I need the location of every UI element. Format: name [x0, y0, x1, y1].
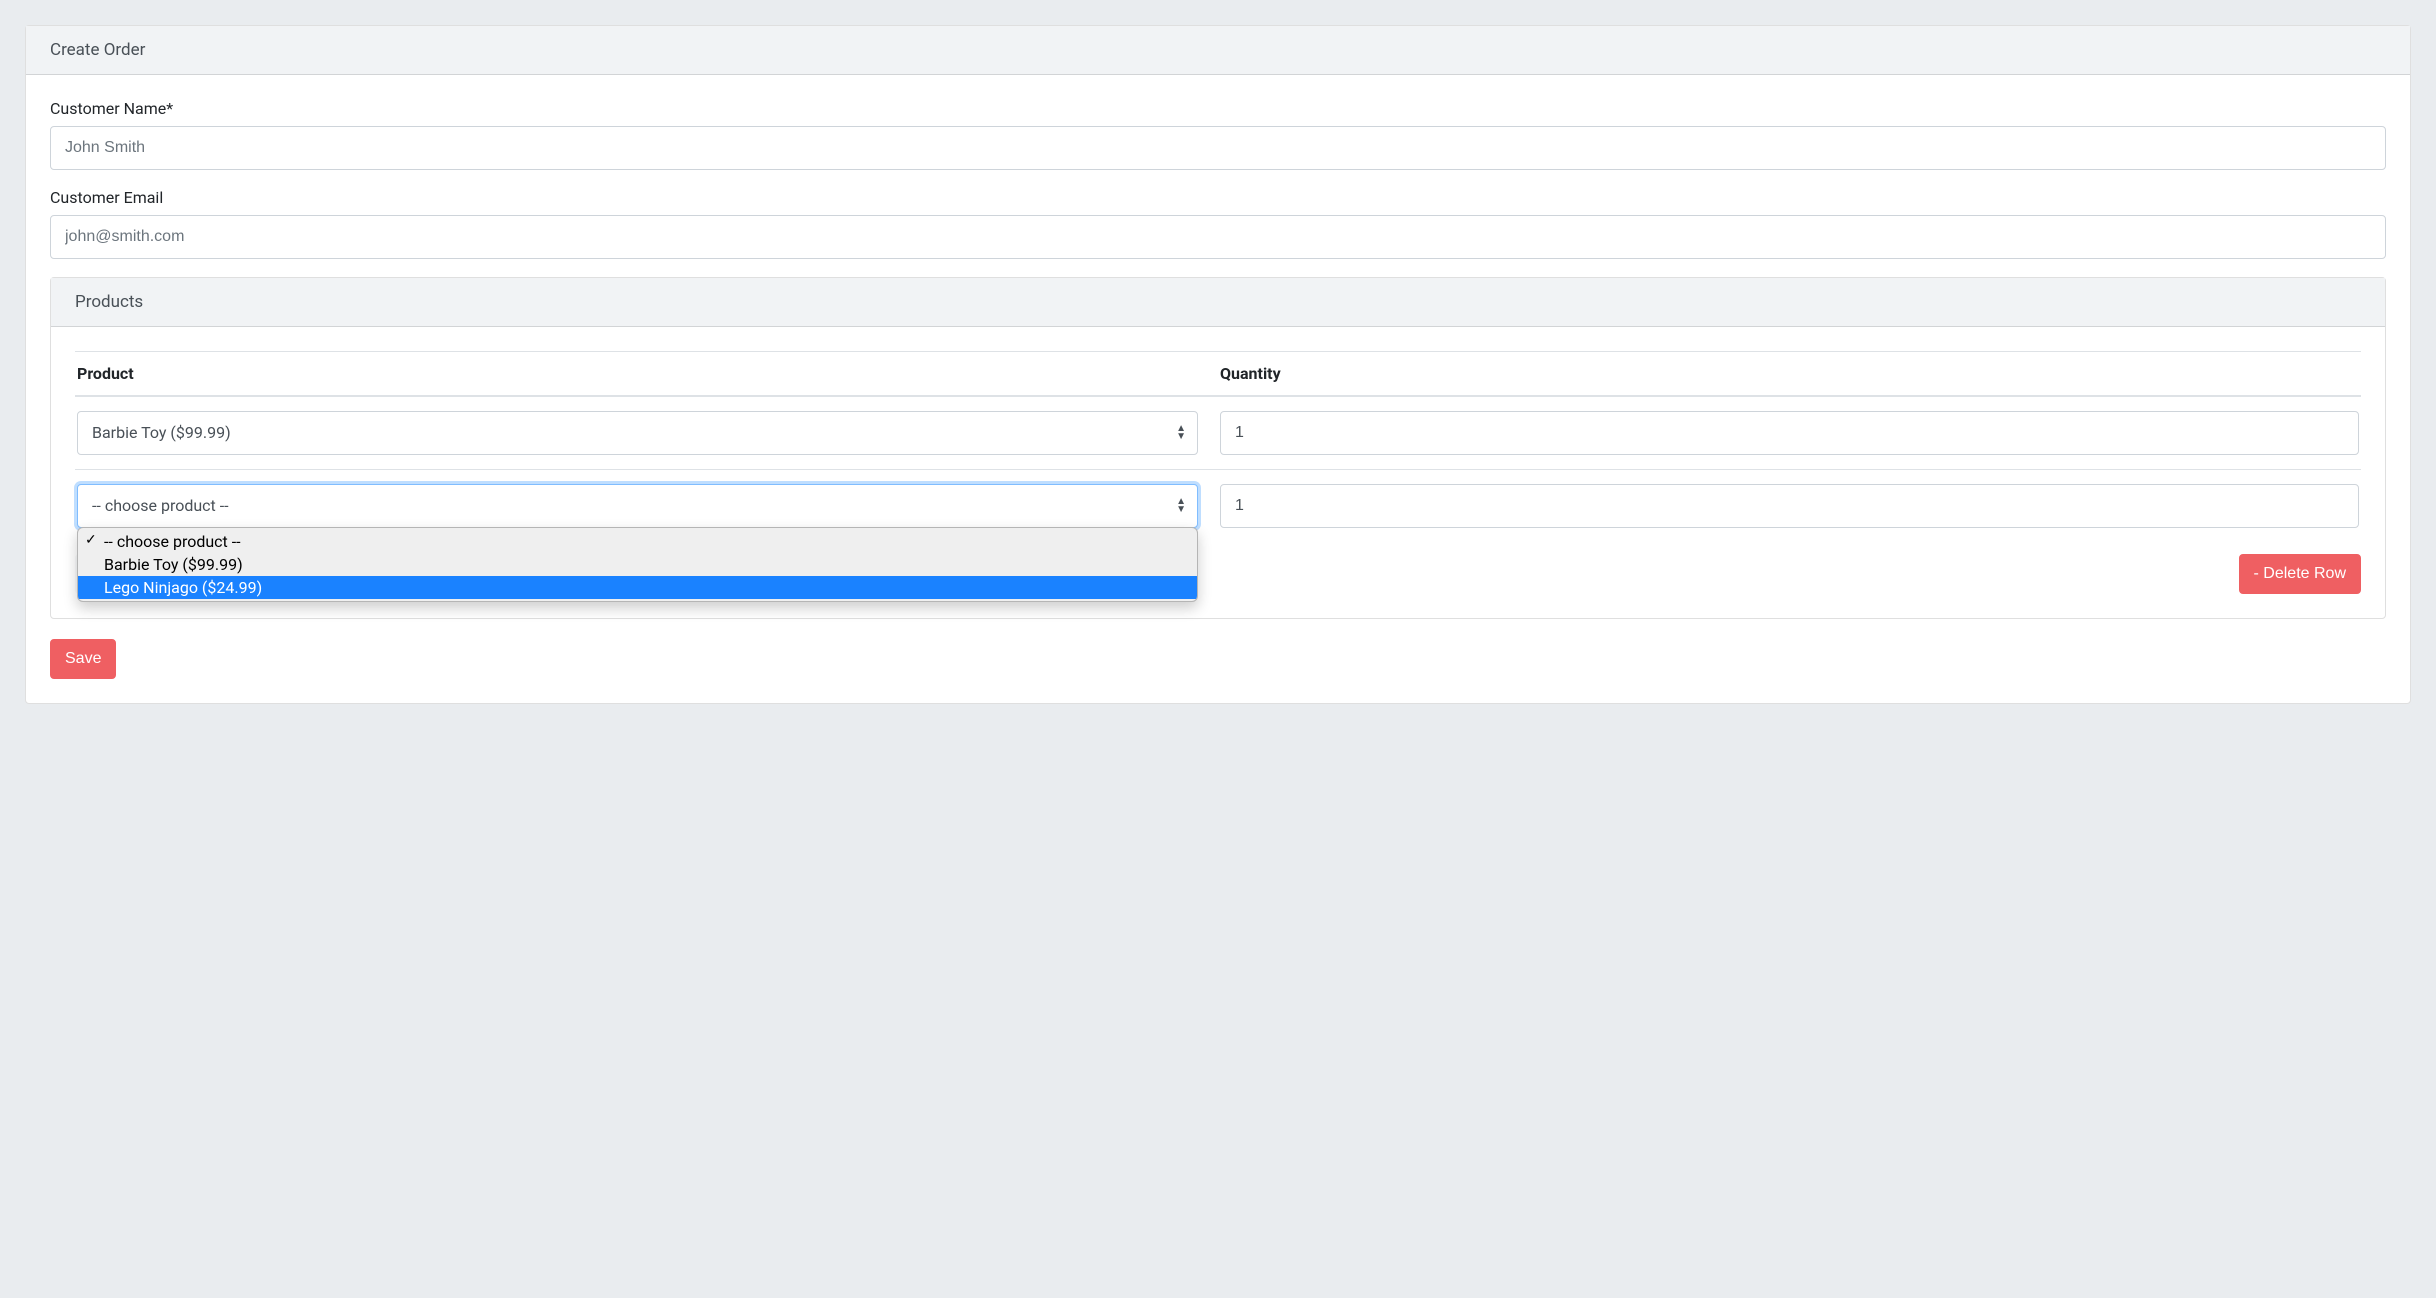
dropdown-option-label: Barbie Toy ($99.99) — [104, 555, 243, 574]
column-product: Product — [75, 352, 1218, 397]
card-header: Create Order — [26, 26, 2410, 75]
check-icon: ✓ — [85, 532, 97, 548]
create-order-card: Create Order Customer Name* Customer Ema… — [25, 25, 2411, 704]
save-row: Save — [50, 639, 2386, 679]
dropdown-option-label: Lego Ninjago ($24.99) — [104, 578, 262, 597]
customer-name-label: Customer Name* — [50, 99, 2386, 118]
product-dropdown-menu: ✓ -- choose product -- Barbie Toy ($99.9… — [77, 527, 1198, 602]
products-table: Product Quantity Barbie Toy ($99.99) — [75, 351, 2361, 542]
customer-email-group: Customer Email — [50, 188, 2386, 259]
customer-name-input[interactable] — [50, 126, 2386, 170]
dropdown-option[interactable]: Lego Ninjago ($24.99) — [78, 576, 1197, 599]
products-header: Products — [51, 278, 2385, 327]
dropdown-option[interactable]: Barbie Toy ($99.99) — [78, 553, 1197, 576]
table-row: Barbie Toy ($99.99) ▲▼ — [75, 396, 2361, 470]
save-button[interactable]: Save — [50, 639, 116, 679]
products-body: Product Quantity Barbie Toy ($99.99) — [51, 327, 2385, 618]
delete-row-button[interactable]: - Delete Row — [2239, 554, 2361, 594]
quantity-input[interactable] — [1220, 484, 2359, 528]
product-select-value: -- choose product -- — [92, 496, 229, 515]
dropdown-option[interactable]: ✓ -- choose product -- — [78, 530, 1197, 553]
product-select-wrap: -- choose product -- ▲▼ ✓ -- choose pro — [77, 484, 1198, 528]
page-title: Create Order — [50, 40, 145, 60]
product-select-value: Barbie Toy ($99.99) — [92, 423, 231, 442]
quantity-input[interactable] — [1220, 411, 2359, 455]
products-card: Products Product Quantity — [50, 277, 2386, 619]
product-select[interactable]: -- choose product -- — [77, 484, 1198, 528]
table-header-row: Product Quantity — [75, 352, 2361, 397]
customer-email-input[interactable] — [50, 215, 2386, 259]
table-row: -- choose product -- ▲▼ ✓ -- choose pro — [75, 470, 2361, 543]
customer-email-label: Customer Email — [50, 188, 2386, 207]
product-select-wrap: Barbie Toy ($99.99) ▲▼ — [77, 411, 1198, 455]
column-quantity: Quantity — [1218, 352, 2361, 397]
products-title: Products — [75, 292, 143, 312]
product-select[interactable]: Barbie Toy ($99.99) — [77, 411, 1198, 455]
card-body: Customer Name* Customer Email Products P… — [26, 75, 2410, 703]
dropdown-option-label: -- choose product -- — [104, 532, 241, 551]
customer-name-group: Customer Name* — [50, 99, 2386, 170]
